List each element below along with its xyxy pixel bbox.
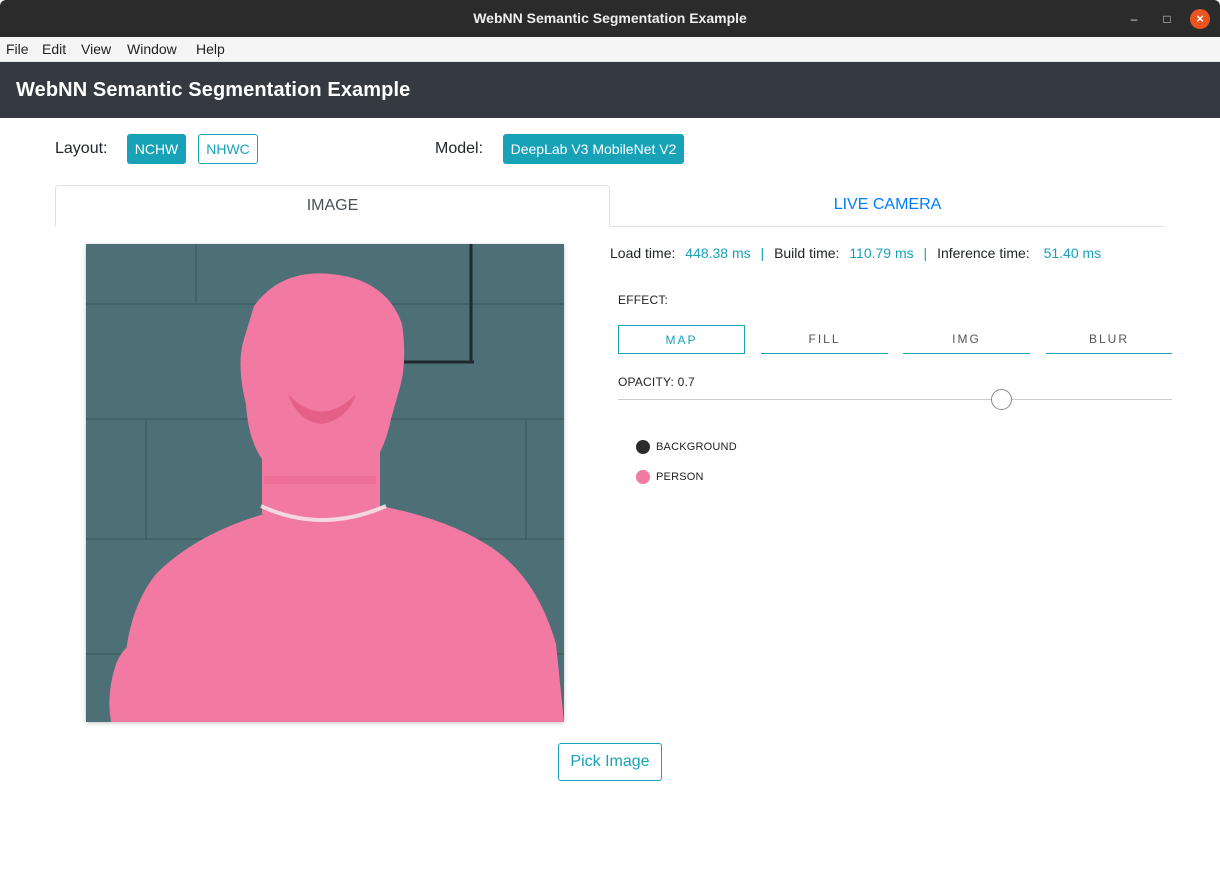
opacity-slider-thumb[interactable] (991, 389, 1012, 410)
inference-time-value: 51.40 ms (1043, 245, 1102, 261)
effect-img-button[interactable]: IMG (903, 325, 1030, 354)
legend-person-swatch (636, 470, 650, 484)
effect-fill-button[interactable]: FILL (761, 325, 888, 354)
window-titlebar: WebNN Semantic Segmentation Example – □ … (0, 0, 1220, 37)
close-icon[interactable]: × (1190, 9, 1210, 29)
minimize-icon[interactable]: – (1124, 9, 1144, 29)
tab-live-camera[interactable]: LIVE CAMERA (610, 185, 1165, 227)
separator: | (760, 245, 765, 261)
layout-nchw-button[interactable]: NCHW (127, 134, 186, 164)
model-deeplab-button[interactable]: DeepLab V3 MobileNet V2 (503, 134, 684, 164)
maximize-icon[interactable]: □ (1157, 9, 1177, 29)
app-header: WebNN Semantic Segmentation Example (0, 62, 1220, 118)
load-time-label: Load time: (610, 245, 676, 261)
model-label: Model: (435, 140, 484, 157)
load-time-value: 448.38 ms (685, 245, 751, 261)
menu-view[interactable]: View (81, 41, 111, 57)
legend-person-label: PERSON (656, 471, 704, 483)
build-time-label: Build time: (774, 245, 840, 261)
legend-background-swatch (636, 440, 650, 454)
separator: | (923, 245, 928, 261)
page-title: WebNN Semantic Segmentation Example (16, 79, 411, 101)
timing-row: Load time: 448.38 ms | Build time: 110.7… (610, 245, 1101, 261)
effect-blur-button[interactable]: BLUR (1046, 325, 1172, 354)
tab-divider (610, 226, 1165, 227)
menu-bar: File Edit View Window Help (0, 37, 1220, 62)
legend-background-label: BACKGROUND (656, 441, 737, 453)
layout-label: Layout: (55, 140, 108, 157)
layout-nhwc-button[interactable]: NHWC (198, 134, 258, 164)
menu-window[interactable]: Window (127, 41, 177, 57)
opacity-label: OPACITY: 0.7 (618, 375, 695, 389)
window-title: WebNN Semantic Segmentation Example (473, 10, 747, 26)
tab-image[interactable]: IMAGE (55, 185, 610, 227)
menu-edit[interactable]: Edit (42, 41, 66, 57)
effect-label: EFFECT: (618, 293, 669, 307)
menu-help[interactable]: Help (196, 41, 225, 57)
inference-time-label: Inference time: (937, 245, 1030, 261)
pick-image-button[interactable]: Pick Image (558, 743, 662, 781)
build-time-value: 110.79 ms (849, 245, 914, 261)
opacity-slider-track[interactable] (618, 399, 1172, 400)
effect-map-button[interactable]: MAP (618, 325, 745, 354)
menu-file[interactable]: File (6, 41, 29, 57)
segmentation-output-image (86, 244, 564, 722)
segmentation-map (86, 244, 564, 722)
